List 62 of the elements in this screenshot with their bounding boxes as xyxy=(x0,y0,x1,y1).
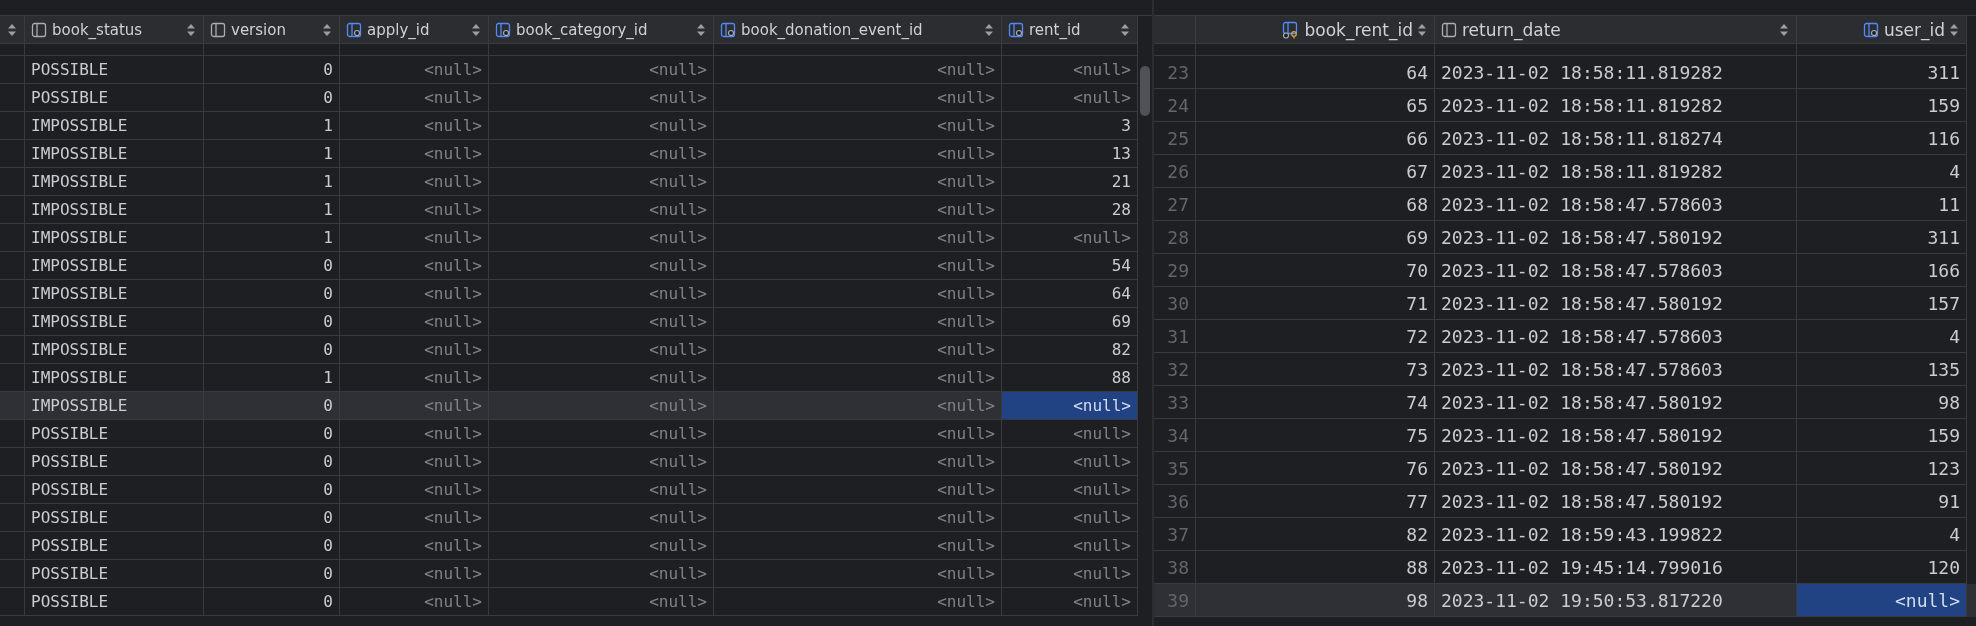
column-icon xyxy=(210,21,226,38)
sort-icon[interactable] xyxy=(472,23,480,36)
table-row[interactable]: IMPOSSIBLE 1 <null> <null> <null> 13 xyxy=(0,140,1138,168)
table-row[interactable]: POSSIBLE 0 <null> <null> <null> <null> xyxy=(0,476,1138,504)
table-row[interactable]: IMPOSSIBLE 0 <null> <null> <null> 64 xyxy=(0,280,1138,308)
column-header[interactable]: version xyxy=(204,16,340,44)
table-row[interactable]: IMPOSSIBLE 1 <null> <null> <null> 28 xyxy=(0,196,1138,224)
row-header xyxy=(0,588,25,616)
table-row[interactable]: POSSIBLE 0 <null> <null> <null> <null> xyxy=(0,532,1138,560)
table-row[interactable]: IMPOSSIBLE 0 <null> <null> <null> 54 xyxy=(0,252,1138,280)
sort-icon[interactable] xyxy=(187,23,195,36)
sort-icon[interactable] xyxy=(1121,23,1129,36)
table-row[interactable]: POSSIBLE 0 <null> <null> <null> <null> xyxy=(0,560,1138,588)
column-header[interactable]: return_date xyxy=(1435,16,1797,44)
table-row[interactable]: POSSIBLE 0 <null> <null> <null> <null> xyxy=(0,84,1138,112)
foreign-key-column-icon xyxy=(346,21,362,38)
foreign-key-column-icon xyxy=(495,21,511,38)
column-header[interactable]: rent_id xyxy=(1002,16,1138,44)
sort-icon[interactable] xyxy=(1780,23,1788,36)
column-header[interactable]: apply_id xyxy=(340,16,489,44)
key-column-icon xyxy=(1281,20,1300,39)
column-icon xyxy=(31,21,47,38)
table-row[interactable]: POSSIBLE 0 <null> <null> <null> <null> xyxy=(0,56,1138,84)
sort-icon[interactable] xyxy=(8,23,16,36)
table-cell[interactable]: POSSIBLE xyxy=(25,588,204,616)
column-icon xyxy=(1441,21,1457,38)
table-cell[interactable]: <null> xyxy=(1002,392,1138,420)
table-cell[interactable]: 2023-11-02 19:50:53.817220 xyxy=(1435,584,1797,617)
table-row[interactable]: IMPOSSIBLE 0 <null> <null> <null> 82 xyxy=(0,336,1138,364)
row-number: 39 xyxy=(1154,584,1196,617)
foreign-key-column-icon xyxy=(1862,21,1879,38)
table-row[interactable]: IMPOSSIBLE 1 <null> <null> <null> <null> xyxy=(0,224,1138,252)
table-row[interactable]: IMPOSSIBLE 0 <null> <null> <null> 69 xyxy=(0,308,1138,336)
sort-icon[interactable] xyxy=(1418,23,1426,36)
table-row[interactable]: IMPOSSIBLE 1 <null> <null> <null> 88 xyxy=(0,364,1138,392)
table-cell[interactable]: <null> xyxy=(714,588,1002,616)
column-header[interactable]: book_rent_id xyxy=(1196,16,1435,44)
table-row[interactable]: 39 98 2023-11-02 19:50:53.817220 <null> xyxy=(1154,584,1976,617)
table-cell[interactable]: <null> xyxy=(489,588,714,616)
sort-icon[interactable] xyxy=(323,23,331,36)
column-header[interactable]: book_status xyxy=(25,16,204,44)
table-row[interactable]: POSSIBLE 0 <null> <null> <null> <null> xyxy=(0,420,1138,448)
sort-icon[interactable] xyxy=(985,23,993,36)
table-row[interactable]: POSSIBLE 0 <null> <null> <null> <null> xyxy=(0,588,1138,616)
table-row[interactable]: IMPOSSIBLE 0 <null> <null> <null> <null> xyxy=(0,392,1138,420)
row-number-header[interactable] xyxy=(0,16,25,44)
table-cell[interactable]: <null> xyxy=(1797,584,1967,617)
table-row[interactable]: POSSIBLE 0 <null> <null> <null> <null> xyxy=(0,504,1138,532)
column-header[interactable]: book_donation_event_id xyxy=(714,16,1002,44)
table-cell[interactable]: <null> xyxy=(340,588,489,616)
sort-icon[interactable] xyxy=(697,23,705,36)
column-header[interactable]: book_category_id xyxy=(489,16,714,44)
foreign-key-column-icon xyxy=(1008,21,1024,38)
column-header[interactable]: user_id xyxy=(1797,16,1967,44)
table-row[interactable]: IMPOSSIBLE 1 <null> <null> <null> 3 xyxy=(0,112,1138,140)
table-cell[interactable]: 0 xyxy=(204,588,340,616)
table-cell[interactable]: 98 xyxy=(1196,584,1435,617)
foreign-key-column-icon xyxy=(720,21,736,38)
table-row[interactable]: IMPOSSIBLE 1 <null> <null> <null> 21 xyxy=(0,168,1138,196)
sort-icon[interactable] xyxy=(1950,23,1958,36)
table-row[interactable]: POSSIBLE 0 <null> <null> <null> <null> xyxy=(0,448,1138,476)
scrollbar-thumb[interactable] xyxy=(1140,66,1150,116)
